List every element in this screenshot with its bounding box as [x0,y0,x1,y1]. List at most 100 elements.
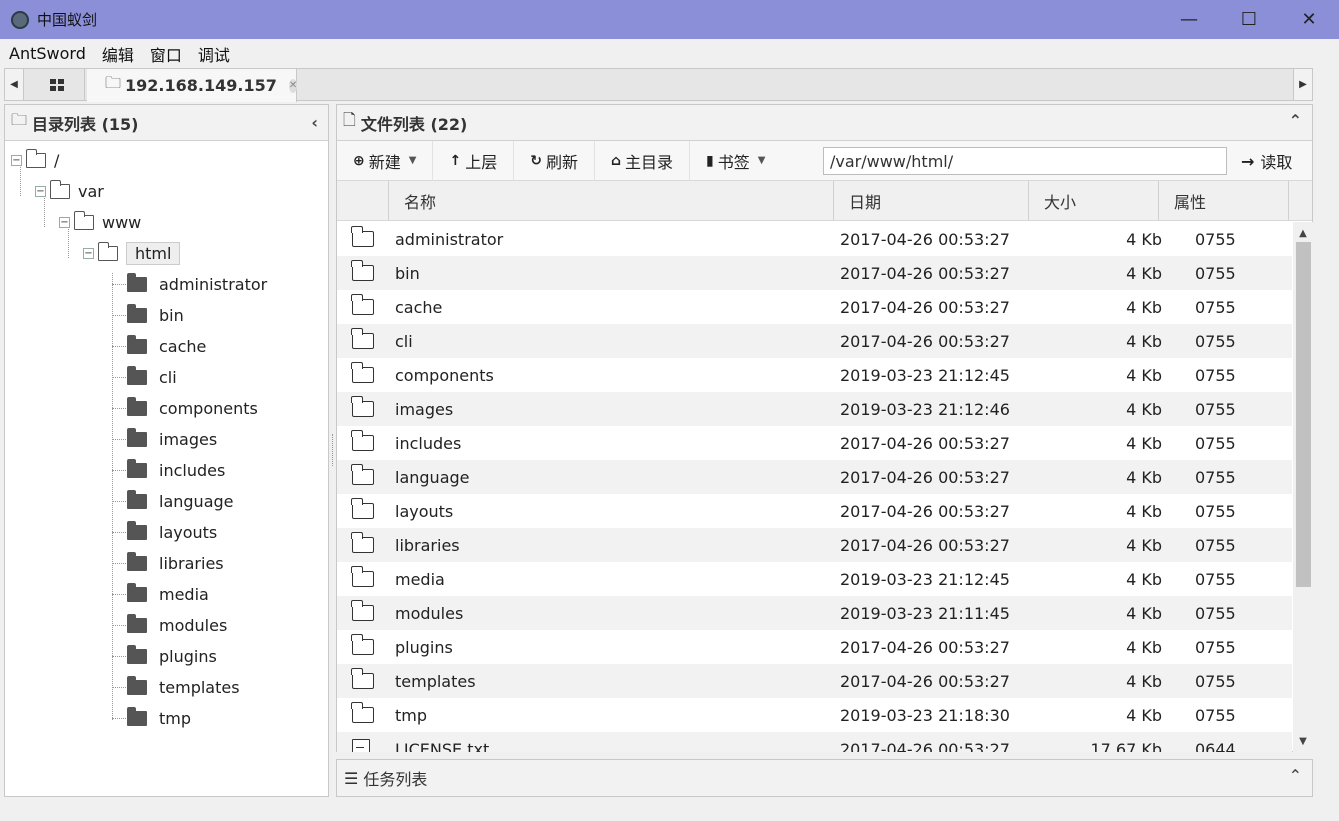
home-button[interactable]: ⌂ 主目录 [595,140,690,181]
column-header-name[interactable]: 名称 [389,181,834,221]
minimize-button[interactable]: — [1159,0,1219,39]
folder-icon [351,226,374,247]
folder-icon [127,428,147,447]
file-icon: 🗋 [343,110,356,129]
folder-icon [351,294,374,315]
table-row[interactable]: tmp 2019-03-23 21:18:30 4 Kb 0755 [337,698,1292,732]
table-row[interactable]: bin 2017-04-26 00:53:27 4 Kb 0755 [337,256,1292,290]
tab-label: 192.168.149.157 [125,76,277,95]
tab-scroll-left-button[interactable]: ◀ [5,69,24,100]
tree-node-child[interactable]: language [127,486,234,517]
file-grid-scrollbar[interactable]: ▲ ▼ [1293,222,1313,752]
folder-icon [127,490,147,509]
read-button[interactable]: → 读取 [1241,141,1292,181]
tree-node-child[interactable]: includes [127,455,225,486]
tree-node-child[interactable]: media [127,579,209,610]
table-row[interactable]: layouts 2017-04-26 00:53:27 4 Kb 0755 [337,494,1292,528]
tree-node-child[interactable]: plugins [127,641,217,672]
tree-node-label: www [102,213,142,232]
table-row[interactable]: templates 2017-04-26 00:53:27 4 Kb 0755 [337,664,1292,698]
tree-node-child[interactable]: components [127,393,258,424]
tree-node-label: images [159,430,218,449]
bookmark-icon: ▮ [706,152,714,169]
collapse-toggle-icon[interactable]: − [35,186,46,197]
tree-node-label: plugins [159,647,217,666]
refresh-label: 刷新 [545,152,578,172]
tree-node-label: cache [159,337,207,356]
table-row[interactable]: administrator 2017-04-26 00:53:27 4 Kb 0755 [337,222,1292,256]
new-label: 新建 [368,152,401,172]
task-panel: ☰ 任务列表 ⌃ [336,759,1313,797]
tree-node-label: administrator [159,275,268,294]
collapse-up-icon[interactable]: ⌃ [1289,111,1302,130]
tree-node-child[interactable]: administrator [127,269,267,300]
folder-icon [127,273,147,292]
tree-node-child[interactable]: templates [127,672,240,703]
tree-node-html[interactable]: − html [83,238,181,269]
bookmark-button[interactable]: ▮ 书签 ▼ [690,141,781,181]
collapse-toggle-icon[interactable]: − [83,248,94,259]
tree-node-child[interactable]: libraries [127,548,224,579]
file-grid-header: 名称 日期 大小 属性 [337,181,1312,221]
collapse-toggle-icon[interactable]: − [11,155,22,166]
collapse-left-icon[interactable]: ‹ [311,113,318,132]
directory-panel: 🗀 目录列表 (15) ‹ − / − var − www − html adm… [4,104,329,797]
folder-icon [127,397,147,416]
folder-icon [127,552,147,571]
column-header-attr[interactable]: 属性 [1159,181,1289,221]
new-button[interactable]: ⊕ 新建 ▼ [337,140,434,181]
scrollbar-thumb[interactable] [1296,242,1311,587]
tree-node-root[interactable]: − / [11,145,59,176]
table-row[interactable]: plugins 2017-04-26 00:53:27 4 Kb 0755 [337,630,1292,664]
task-panel-title: 任务列表 [363,770,428,789]
tree-node-child[interactable]: tmp [127,703,191,734]
table-row[interactable]: libraries 2017-04-26 00:53:27 4 Kb 0755 [337,528,1292,562]
folder-open-icon [49,180,70,199]
expand-up-icon[interactable]: ⌃ [1289,766,1302,785]
collapse-toggle-icon[interactable]: − [59,217,70,228]
tree-node-www[interactable]: − www [59,207,141,238]
tree-node-child[interactable]: images [127,424,217,455]
maximize-button[interactable]: ☐ [1219,0,1279,39]
tab-close-icon[interactable]: ✕ [288,78,298,93]
scroll-up-icon[interactable]: ▲ [1293,224,1313,242]
tree-node-child[interactable]: bin [127,300,184,331]
tree-node-label-selected: html [126,242,181,265]
table-row[interactable]: modules 2019-03-23 21:11:45 4 Kb 0755 [337,596,1292,630]
refresh-button[interactable]: ↻ 刷新 [514,140,595,181]
file-panel-header: 🗋 文件列表 (22) ⌃ [337,105,1312,141]
menu-window[interactable]: 窗口 [150,42,182,66]
folder-icon [127,459,147,478]
column-header-size[interactable]: 大小 [1029,181,1159,221]
tree-node-child[interactable]: cli [127,362,177,393]
table-row[interactable]: cli 2017-04-26 00:53:27 4 Kb 0755 [337,324,1292,358]
menu-edit[interactable]: 编辑 [102,42,134,66]
close-window-button[interactable]: ✕ [1279,0,1339,39]
table-row[interactable]: cache 2017-04-26 00:53:27 4 Kb 0755 [337,290,1292,324]
table-row[interactable]: language 2017-04-26 00:53:27 4 Kb 0755 [337,460,1292,494]
tab-scroll-right-button[interactable]: ▶ [1293,69,1312,100]
menu-debug[interactable]: 调试 [198,42,230,66]
tab-home[interactable] [29,69,85,100]
tree-node-child[interactable]: modules [127,610,227,641]
table-row[interactable]: includes 2017-04-26 00:53:27 4 Kb 0755 [337,426,1292,460]
tree-node-var[interactable]: − var [35,176,104,207]
table-row[interactable]: LICENSE.txt 2017-04-26 00:53:27 17.67 Kb 06… [337,732,1292,752]
column-header-date[interactable]: 日期 [834,181,1029,221]
file-panel: 🗋 文件列表 (22) ⌃ ⊕ 新建 ▼ ↑ 上层 ↻ 刷新 ⌂ 主目录 ▮ 书… [336,104,1313,752]
table-row[interactable]: media 2019-03-23 21:12:45 4 Kb 0755 [337,562,1292,596]
folder-icon [127,645,147,664]
tab-shell-session[interactable]: 🗀 192.168.149.157 ✕ [87,69,298,102]
tree-node-child[interactable]: cache [127,331,206,362]
panel-splitter[interactable] [329,104,336,797]
scroll-down-icon[interactable]: ▼ [1293,732,1313,750]
path-input[interactable] [823,147,1227,175]
folder-open-icon [97,242,118,261]
table-row[interactable]: components 2019-03-23 21:12:45 4 Kb 0755 [337,358,1292,392]
folder-icon [351,532,374,553]
tree-node-child[interactable]: layouts [127,517,217,548]
menu-antsword[interactable]: AntSword [9,44,86,63]
up-button[interactable]: ↑ 上层 [433,140,515,181]
table-row[interactable]: images 2019-03-23 21:12:46 4 Kb 0755 [337,392,1292,426]
folder-icon [351,430,374,451]
